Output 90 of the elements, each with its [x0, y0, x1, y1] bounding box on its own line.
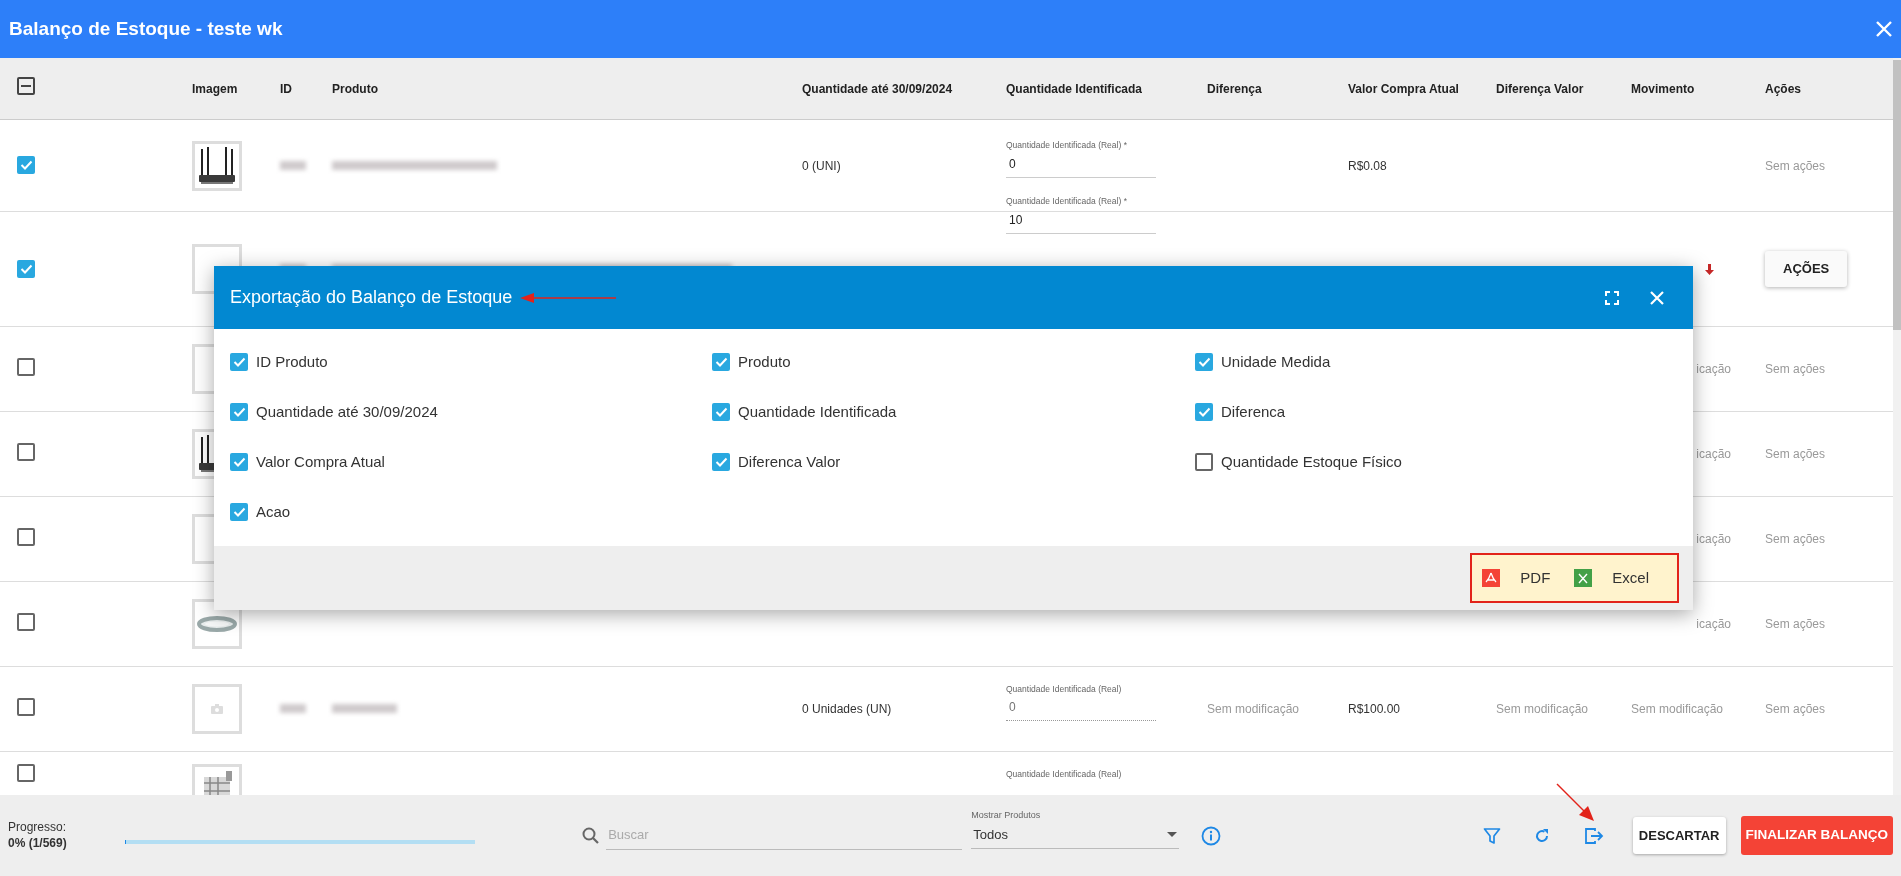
option-checkbox[interactable]: [230, 403, 248, 421]
no-actions-text: Sem ações: [1765, 362, 1826, 376]
progress-label: Progresso:: [8, 819, 68, 836]
value-difference-text: Sem modificação: [1496, 702, 1589, 716]
column-header: Diferença Valor: [1496, 81, 1584, 96]
column-header: Valor Compra Atual: [1348, 81, 1459, 96]
quantity-text: 0 Unidades (UN): [802, 702, 892, 716]
option-checkbox[interactable]: [1195, 403, 1213, 421]
blurred-text: [280, 704, 306, 713]
option-label: Produto: [738, 351, 791, 372]
row-checkbox[interactable]: [17, 527, 35, 546]
export-excel-button[interactable]: Excel: [1574, 562, 1667, 594]
row-checkbox[interactable]: [17, 612, 35, 631]
actions-button[interactable]: AÇÕES: [1765, 251, 1848, 287]
spreadsheet-icon: [1578, 572, 1589, 584]
search-field[interactable]: Buscar: [606, 821, 963, 850]
column-header: Quantidade até 30/09/2024: [802, 81, 953, 96]
column-header: ID: [280, 81, 292, 96]
column-header: Movimento: [1631, 81, 1695, 96]
option-label: Acao: [256, 501, 291, 522]
option-checkbox[interactable]: [712, 403, 730, 421]
movement-text: Sem modificação: [1631, 702, 1724, 716]
option-checkbox[interactable]: [712, 353, 730, 371]
option-checkbox[interactable]: [230, 503, 248, 521]
caret-icon: [1166, 832, 1177, 838]
dialog-title: Exportação do Balanço de Estoque: [230, 286, 513, 309]
option-label: Quantidade Identificada: [738, 401, 897, 422]
row-checkbox[interactable]: [17, 442, 35, 461]
filter-icon[interactable]: [1482, 826, 1501, 845]
no-actions-text: Sem ações: [1765, 447, 1826, 461]
column-header: Diferença: [1207, 81, 1262, 96]
quantity-input[interactable]: 10: [1006, 207, 1156, 234]
info-icon[interactable]: [1200, 825, 1221, 846]
discard-button[interactable]: DESCARTAR: [1632, 816, 1726, 855]
movement-text: icação: [1696, 531, 1731, 548]
option-checkbox[interactable]: [1195, 453, 1213, 471]
quantity-input[interactable]: 0: [1006, 151, 1156, 178]
camera-icon: [211, 704, 223, 714]
no-actions-text: Sem ações: [1765, 702, 1826, 716]
window-title: Balanço de Estoque - teste wk: [9, 16, 283, 41]
row-checkbox[interactable]: [17, 259, 35, 278]
close-icon[interactable]: [1649, 289, 1665, 306]
select-label: Mostrar Produtos: [971, 808, 1042, 822]
option-checkbox[interactable]: [230, 453, 248, 471]
field-label: Quantidade Identificada (Real) *: [1006, 139, 1128, 152]
option-label: Quantidade até 30/09/2024: [256, 401, 438, 422]
option-label: Valor Compra Atual: [256, 451, 385, 472]
scrollbar-thumb[interactable]: [1893, 60, 1901, 330]
option-checkbox[interactable]: [230, 353, 248, 371]
column-header: Produto: [332, 81, 378, 96]
quantity-text: 0 (UNI): [802, 158, 841, 173]
no-actions-text: Sem ações: [1765, 532, 1826, 546]
blurred-text: [280, 160, 306, 170]
movement-text: icação: [1696, 361, 1731, 378]
price-text: R$100.00: [1348, 702, 1401, 716]
fullscreen-icon[interactable]: [1605, 290, 1619, 305]
field-label: Quantidade Identificada (Real) *: [1006, 195, 1128, 208]
refresh-icon[interactable]: [1533, 827, 1550, 844]
option-label: ID Produto: [256, 351, 328, 372]
price-text: R$0.08: [1348, 158, 1387, 173]
no-actions-text: Sem ações: [1765, 617, 1826, 631]
export-pdf-button[interactable]: PDF: [1482, 562, 1569, 594]
row-checkbox[interactable]: [17, 156, 35, 174]
option-label: Quantidade Estoque Físico: [1221, 451, 1402, 472]
products-select[interactable]: Todos: [971, 822, 1179, 849]
no-actions-text: Sem ações: [1765, 158, 1826, 173]
movement-text: icação: [1696, 616, 1731, 633]
column-header: Quantidade Identificada: [1006, 81, 1143, 96]
search-icon: [582, 827, 600, 844]
option-label: Diferenca Valor: [738, 451, 841, 472]
select-all-checkbox[interactable]: [17, 77, 35, 95]
field-label: Quantidade Identificada (Real): [1006, 682, 1123, 696]
arrow-down-icon: [1705, 264, 1714, 276]
movement-text: icação: [1696, 446, 1731, 463]
field-label: Quantidade Identificada (Real): [1006, 768, 1123, 781]
close-icon[interactable]: [1875, 20, 1893, 38]
option-checkbox[interactable]: [712, 453, 730, 471]
row-checkbox[interactable]: [17, 357, 35, 376]
column-header: Imagem: [192, 81, 238, 96]
option-checkbox[interactable]: [1195, 353, 1213, 371]
column-header: Ações: [1765, 81, 1802, 96]
progress-value: 0% (1/569): [8, 835, 68, 852]
option-label: Diferenca: [1221, 401, 1286, 422]
export-icon[interactable]: [1583, 826, 1604, 845]
row-checkbox[interactable]: [17, 697, 35, 716]
pdf-icon: [1485, 572, 1498, 584]
finish-button[interactable]: FINALIZAR BALANÇO: [1740, 816, 1893, 855]
option-label: Unidade Medida: [1221, 351, 1331, 372]
difference-text: Sem modificação: [1207, 702, 1300, 716]
row-checkbox[interactable]: [17, 764, 35, 782]
